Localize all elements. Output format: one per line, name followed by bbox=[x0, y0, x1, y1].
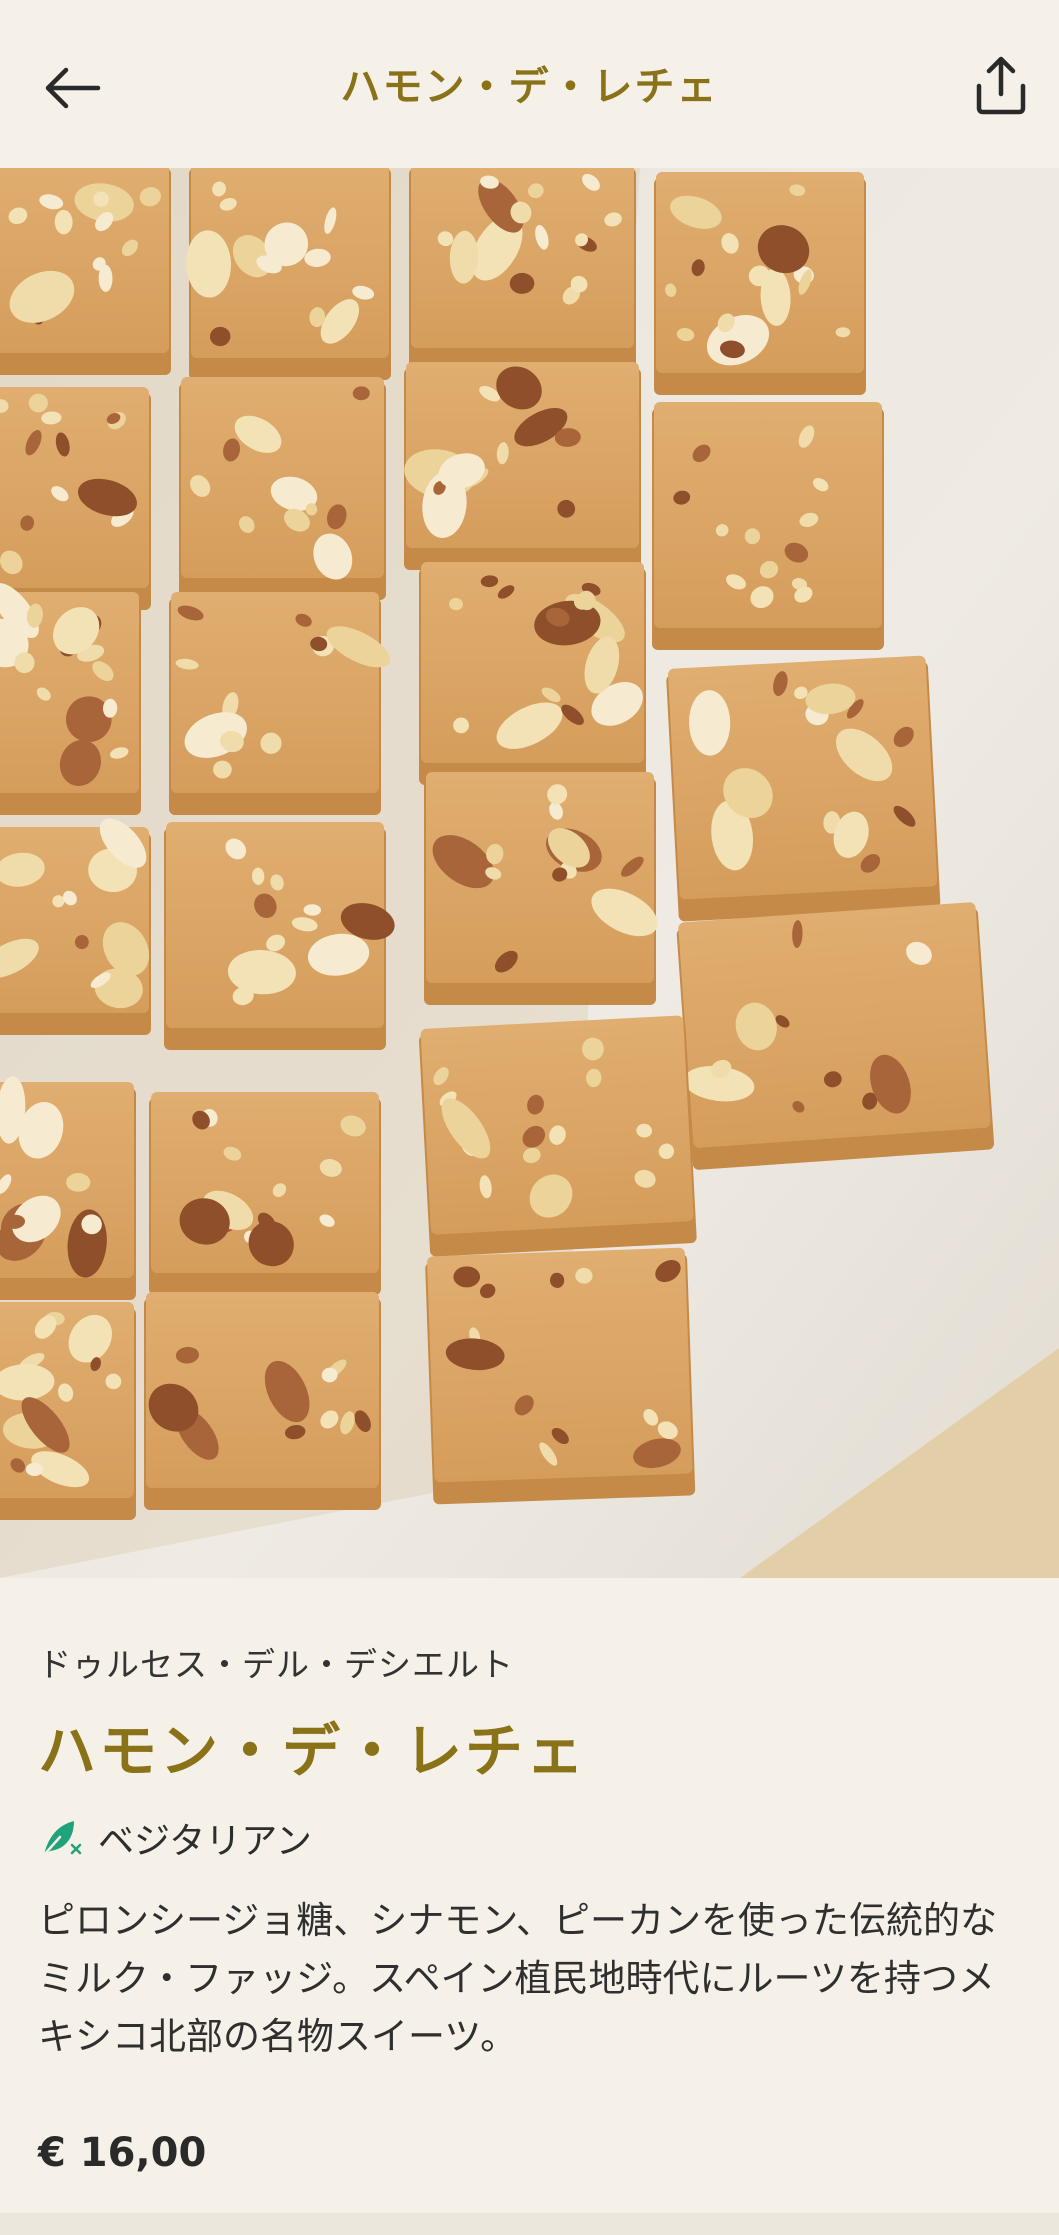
fudge-piece bbox=[654, 172, 866, 395]
fudge-piece bbox=[425, 1247, 696, 1505]
share-button[interactable] bbox=[961, 46, 1041, 126]
fudge-piece bbox=[409, 168, 636, 370]
diet-badge: ベジタリアン bbox=[38, 1812, 1021, 1864]
dish-price: € 16,00 bbox=[38, 2130, 207, 2176]
fudge-piece bbox=[676, 902, 995, 1170]
fudge-piece bbox=[418, 1015, 697, 1257]
fudge-piece bbox=[0, 168, 171, 375]
share-icon bbox=[976, 56, 1026, 115]
fudge-piece bbox=[179, 377, 386, 600]
fudge-piece bbox=[149, 1092, 381, 1295]
fudge-illustration bbox=[0, 168, 1059, 1578]
fudge-piece bbox=[666, 655, 941, 922]
dish-details: ドゥルセス・デル・デシエルト ハモン・デ・レチェ ベジタリアン ピロンシージョ糖… bbox=[0, 1578, 1059, 2176]
fudge-piece bbox=[144, 1292, 381, 1510]
leaf-icon bbox=[42, 1821, 82, 1857]
fudge-piece bbox=[169, 592, 391, 815]
fudge-piece bbox=[0, 818, 151, 1035]
fudge-piece bbox=[419, 562, 646, 785]
dish-photo bbox=[0, 168, 1059, 1578]
fudge-piece bbox=[186, 168, 391, 380]
restaurant-name[interactable]: ドゥルセス・デル・デシエルト bbox=[38, 1638, 1021, 1686]
fudge-piece bbox=[0, 387, 151, 610]
fudge-piece bbox=[404, 362, 641, 570]
header-title: ハモン・デ・レチェ bbox=[340, 64, 719, 110]
dish-description: ピロンシージョ糖、シナモン、ピーカンを使った伝統的なミルク・ファッジ。スペイン植… bbox=[38, 1899, 998, 2058]
diet-label: ベジタリアン bbox=[98, 1821, 312, 1862]
fudge-piece bbox=[652, 402, 884, 650]
fudge-piece bbox=[424, 772, 658, 1005]
fudge-piece bbox=[0, 1302, 136, 1520]
fudge-piece bbox=[164, 822, 395, 1050]
bottom-bar-edge bbox=[0, 2213, 1059, 2235]
dish-title: ハモン・デ・レチェ bbox=[38, 1717, 588, 1785]
fudge-piece bbox=[0, 583, 141, 815]
app-header: ハモン・デ・レチェ bbox=[0, 0, 1059, 168]
fudge-piece bbox=[0, 1076, 136, 1300]
